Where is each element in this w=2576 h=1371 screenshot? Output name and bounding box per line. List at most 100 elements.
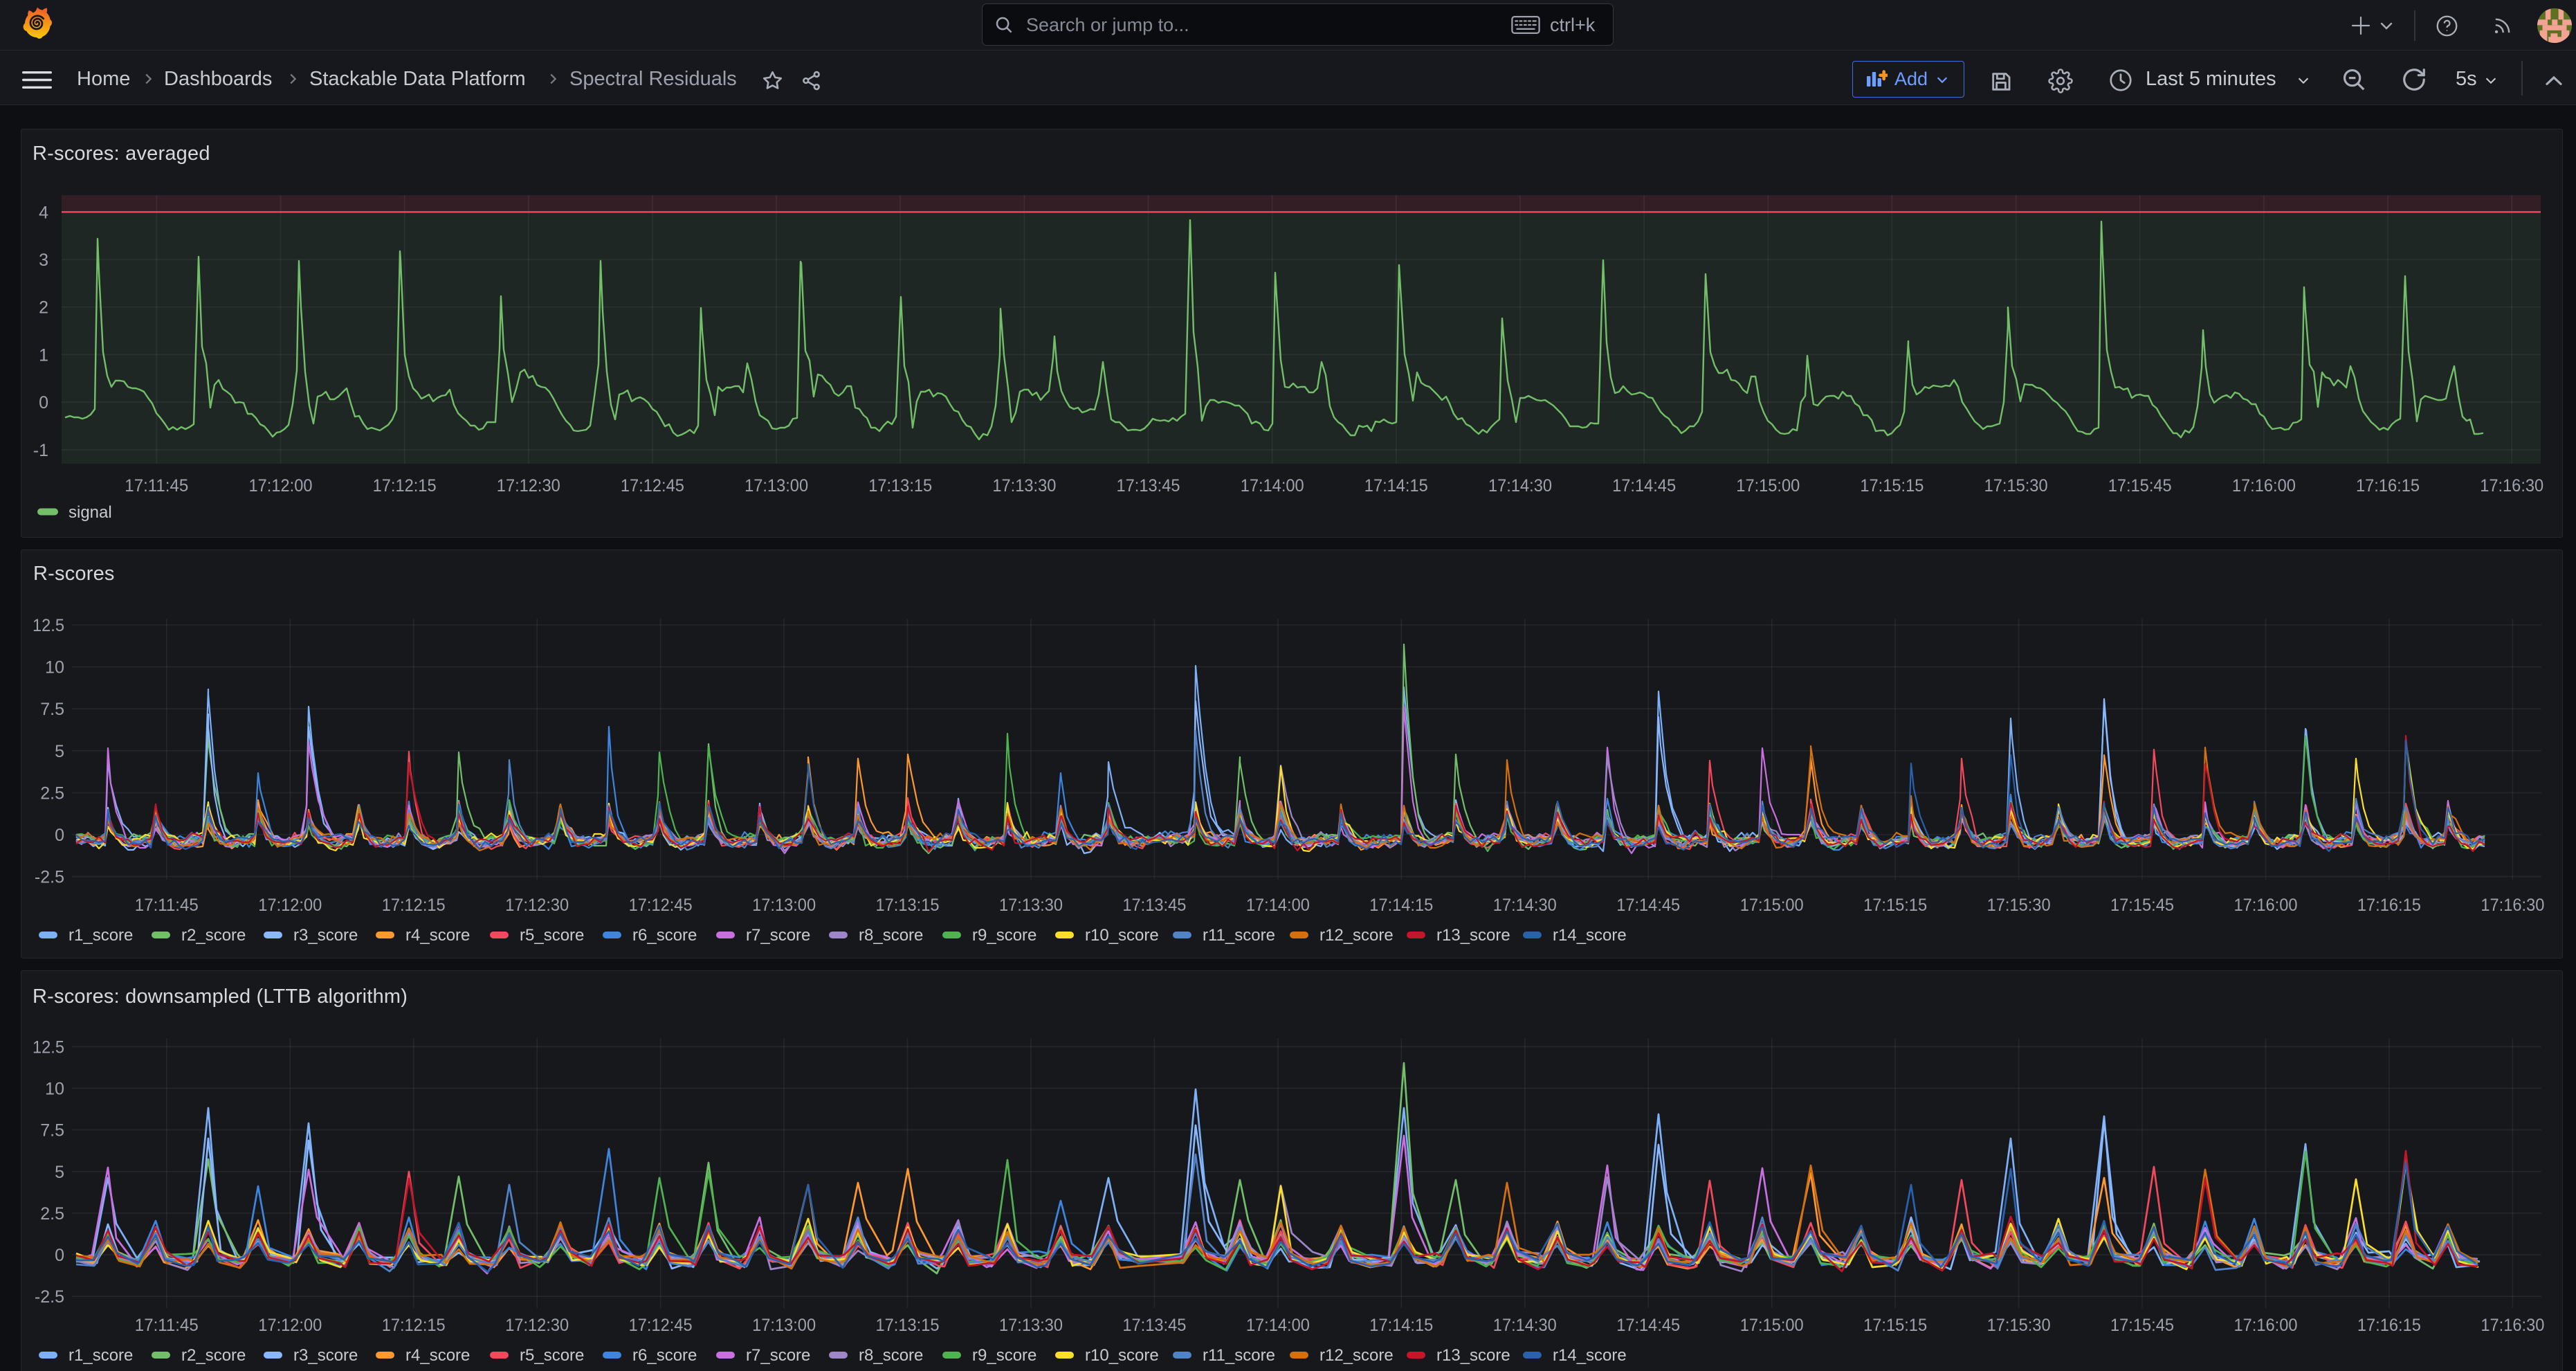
svg-text:17:16:00: 17:16:00: [2232, 476, 2296, 496]
svg-text:r5_score: r5_score: [520, 926, 584, 945]
svg-text:17:16:30: 17:16:30: [2480, 476, 2543, 496]
svg-text:-2.5: -2.5: [35, 868, 64, 887]
svg-text:r14_score: r14_score: [1553, 1346, 1627, 1365]
svg-text:r4_score: r4_score: [405, 1346, 470, 1365]
svg-text:r2_score: r2_score: [181, 926, 246, 945]
svg-text:7.5: 7.5: [40, 700, 64, 719]
svg-text:17:15:15: 17:15:15: [1860, 476, 1924, 496]
svg-text:17:14:45: 17:14:45: [1616, 896, 1680, 915]
svg-text:17:16:30: 17:16:30: [2481, 1316, 2544, 1335]
svg-text:17:14:00: 17:14:00: [1246, 1316, 1310, 1335]
svg-text:17:14:45: 17:14:45: [1616, 1316, 1680, 1335]
svg-text:17:14:30: 17:14:30: [1493, 1316, 1557, 1335]
svg-text:-1: -1: [33, 441, 48, 460]
svg-text:r8_score: r8_score: [859, 1346, 923, 1365]
svg-text:2.5: 2.5: [40, 1204, 64, 1224]
svg-text:r5_score: r5_score: [520, 1346, 584, 1365]
svg-text:r8_score: r8_score: [859, 926, 923, 945]
svg-text:17:15:30: 17:15:30: [1984, 476, 2048, 496]
svg-text:r3_score: r3_score: [293, 1346, 358, 1365]
svg-text:10: 10: [45, 658, 64, 678]
svg-text:r1_score: r1_score: [68, 1346, 133, 1365]
svg-text:r1_score: r1_score: [68, 926, 133, 945]
svg-text:-2.5: -2.5: [35, 1287, 64, 1307]
svg-text:r11_score: r11_score: [1203, 926, 1275, 945]
svg-text:r2_score: r2_score: [181, 1346, 246, 1365]
svg-text:17:12:45: 17:12:45: [629, 1316, 693, 1335]
svg-text:17:14:45: 17:14:45: [1612, 476, 1676, 496]
svg-text:17:15:30: 17:15:30: [1987, 896, 2051, 915]
svg-text:17:14:15: 17:14:15: [1369, 896, 1433, 915]
svg-text:17:12:30: 17:12:30: [505, 896, 569, 915]
svg-text:17:15:00: 17:15:00: [1740, 896, 1804, 915]
svg-text:17:12:30: 17:12:30: [505, 1316, 569, 1335]
svg-text:2.5: 2.5: [40, 783, 64, 803]
svg-text:17:15:00: 17:15:00: [1736, 476, 1800, 496]
svg-text:r6_score: r6_score: [632, 926, 697, 945]
svg-text:17:13:00: 17:13:00: [752, 1316, 816, 1335]
svg-text:17:12:00: 17:12:00: [249, 476, 313, 496]
svg-text:r10_score: r10_score: [1085, 926, 1159, 945]
svg-text:r11_score: r11_score: [1203, 1346, 1275, 1365]
svg-text:17:16:00: 17:16:00: [2234, 896, 2298, 915]
svg-text:r3_score: r3_score: [293, 926, 358, 945]
svg-text:12.5: 12.5: [33, 1037, 64, 1057]
svg-text:17:12:15: 17:12:15: [382, 896, 446, 915]
svg-text:17:14:15: 17:14:15: [1369, 1316, 1433, 1335]
svg-text:17:13:45: 17:13:45: [1122, 896, 1186, 915]
svg-text:r7_score: r7_score: [746, 1346, 810, 1365]
svg-text:17:15:15: 17:15:15: [1863, 896, 1927, 915]
svg-text:5: 5: [55, 1163, 64, 1182]
svg-text:17:12:15: 17:12:15: [382, 1316, 446, 1335]
svg-text:17:13:15: 17:13:15: [876, 1316, 940, 1335]
svg-text:17:12:00: 17:12:00: [258, 1316, 322, 1335]
svg-text:17:13:15: 17:13:15: [868, 476, 932, 496]
svg-text:17:16:00: 17:16:00: [2234, 1316, 2298, 1335]
svg-text:17:16:30: 17:16:30: [2481, 896, 2544, 915]
svg-text:17:11:45: 17:11:45: [125, 476, 188, 496]
svg-text:17:12:00: 17:12:00: [258, 896, 322, 915]
svg-text:r14_score: r14_score: [1553, 926, 1627, 945]
svg-text:17:13:15: 17:13:15: [876, 896, 940, 915]
svg-text:7.5: 7.5: [40, 1121, 64, 1141]
svg-text:17:13:30: 17:13:30: [999, 896, 1063, 915]
svg-text:17:13:45: 17:13:45: [1117, 476, 1180, 496]
svg-text:17:15:00: 17:15:00: [1740, 1316, 1804, 1335]
svg-text:3: 3: [39, 251, 48, 270]
svg-text:17:11:45: 17:11:45: [135, 896, 199, 915]
svg-text:17:14:30: 17:14:30: [1488, 476, 1552, 496]
svg-text:1: 1: [39, 345, 48, 365]
svg-text:17:13:30: 17:13:30: [992, 476, 1056, 496]
svg-text:r13_score: r13_score: [1436, 1346, 1510, 1365]
svg-text:0: 0: [55, 826, 64, 845]
svg-text:r10_score: r10_score: [1085, 1346, 1159, 1365]
svg-text:17:14:30: 17:14:30: [1493, 896, 1557, 915]
svg-text:17:15:45: 17:15:45: [2110, 896, 2174, 915]
svg-text:r9_score: r9_score: [972, 1346, 1036, 1365]
svg-text:r12_score: r12_score: [1319, 926, 1394, 945]
svg-text:10: 10: [45, 1080, 64, 1099]
svg-text:17:11:45: 17:11:45: [135, 1316, 199, 1335]
svg-text:17:15:15: 17:15:15: [1863, 1316, 1927, 1335]
svg-text:r7_score: r7_score: [746, 926, 810, 945]
svg-text:17:12:15: 17:12:15: [373, 476, 437, 496]
svg-text:17:13:45: 17:13:45: [1122, 1316, 1186, 1335]
svg-text:17:14:00: 17:14:00: [1241, 476, 1304, 496]
svg-text:2: 2: [39, 298, 48, 318]
svg-text:17:12:30: 17:12:30: [497, 476, 560, 496]
svg-text:17:13:00: 17:13:00: [752, 896, 816, 915]
svg-text:17:16:15: 17:16:15: [2356, 476, 2420, 496]
svg-text:17:16:15: 17:16:15: [2357, 1316, 2421, 1335]
svg-text:signal: signal: [68, 503, 112, 522]
svg-text:17:16:15: 17:16:15: [2357, 896, 2421, 915]
svg-text:17:14:15: 17:14:15: [1364, 476, 1428, 496]
svg-text:5: 5: [55, 742, 64, 761]
svg-text:r4_score: r4_score: [405, 926, 470, 945]
svg-text:r9_score: r9_score: [972, 926, 1036, 945]
svg-text:17:15:45: 17:15:45: [2110, 1316, 2174, 1335]
svg-text:17:15:30: 17:15:30: [1987, 1316, 2051, 1335]
svg-text:17:15:45: 17:15:45: [2108, 476, 2172, 496]
svg-text:17:12:45: 17:12:45: [629, 896, 693, 915]
svg-text:17:14:00: 17:14:00: [1246, 896, 1310, 915]
svg-text:r12_score: r12_score: [1319, 1346, 1394, 1365]
